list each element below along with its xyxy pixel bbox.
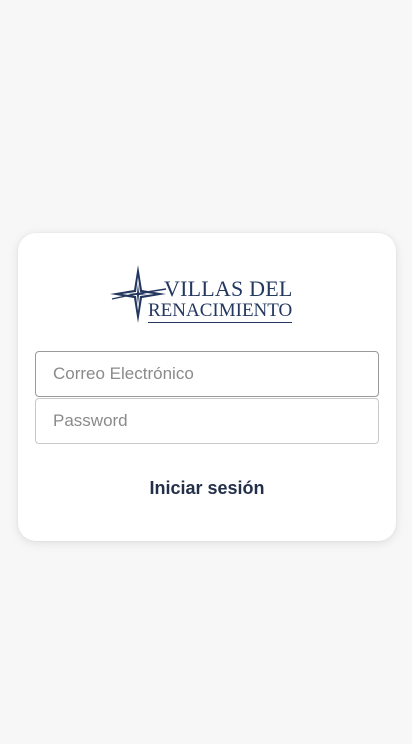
password-input[interactable] [35,398,379,444]
login-screen: VILLAS DEL RENACIMIENTO Iniciar sesión [0,0,412,744]
email-input[interactable] [35,351,379,397]
brand-logo: VILLAS DEL RENACIMIENTO [108,263,308,327]
brand-name-line1: VILLAS DEL [164,276,293,301]
login-card: VILLAS DEL RENACIMIENTO Iniciar sesión [18,233,396,541]
login-button[interactable]: Iniciar sesión [118,471,296,505]
brand-name-line2: RENACIMIENTO [148,300,293,323]
